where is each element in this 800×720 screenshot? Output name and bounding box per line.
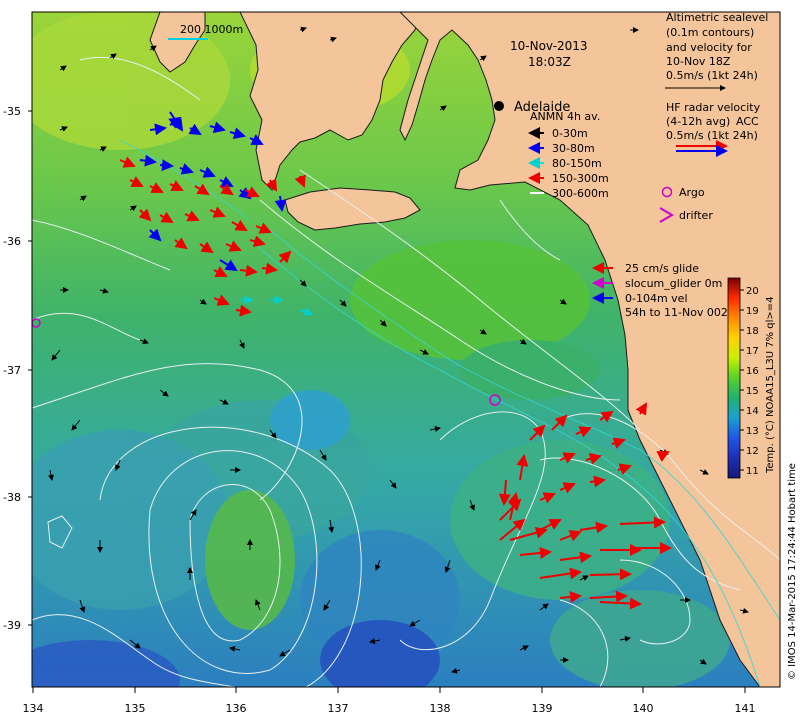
colorbar-tick-label: 19: [746, 306, 759, 317]
colorbar-tick-label: 13: [746, 426, 759, 437]
colorbar-tick-label: 20: [746, 286, 759, 297]
colorbar-tick-label: 16: [746, 366, 759, 377]
anmn-legend-label: 80-150m: [552, 157, 602, 170]
colorbar-tick-label: 18: [746, 326, 759, 337]
altimetry-legend-line-1: Altimetric sealevel: [666, 11, 768, 24]
drifter-legend-label: drifter: [679, 209, 713, 222]
longitude-label: 135: [125, 702, 146, 715]
glider-legend-line-4: 54h to 11-Nov 002: [625, 306, 728, 319]
altimetry-legend-line-2: (0.1m contours): [666, 26, 754, 39]
altimetry-legend-line-4: 10-Nov 18Z: [666, 55, 731, 68]
map-time: 18:03Z: [528, 55, 571, 69]
hf-radar-legend-tag: ACC: [736, 115, 759, 128]
longitude-labels: 134 135 136 137 138 139 140 141: [23, 702, 756, 715]
glider-legend-line-3: 0-104m vel: [625, 292, 688, 305]
hf-radar-legend-line-1: HF radar velocity: [666, 101, 761, 114]
latitude-label: -39: [3, 619, 21, 632]
anmn-legend-label: 30-80m: [552, 142, 595, 155]
argo-legend-label: Argo: [679, 186, 705, 199]
colorbar: [727, 277, 741, 479]
glider-legend-line-1: 25 cm/s glide: [625, 262, 699, 275]
colorbar-tick-label: 11: [746, 466, 759, 477]
anmn-legend-title: ANMN 4h av.: [530, 110, 600, 123]
colorbar-tick-label: 12: [746, 446, 759, 457]
map-date: 10-Nov-2013: [510, 39, 588, 53]
latitude-label: -36: [3, 235, 21, 248]
longitude-label: 138: [430, 702, 451, 715]
latitude-label: -37: [3, 364, 21, 377]
map-canvas: 200 1000m 10-Nov-2013 18:03Z Adelaide Al…: [3, 11, 798, 715]
hf-radar-legend-line-3: 0.5m/s (1kt 24h): [666, 129, 758, 142]
altimetry-legend-line-3: and velocity for: [666, 41, 752, 54]
credit-text: © IMOS 14-Mar-2015 17:24:44 Hobart time: [787, 463, 798, 680]
glider-legend-line-2: slocum_glider 0m: [625, 277, 722, 290]
longitude-label: 137: [328, 702, 349, 715]
latitude-labels: -35 -36 -37 -38 -39: [3, 105, 21, 632]
colorbar-label: Temp. (°C) NOAA15_L3U 7% ql>=4: [765, 296, 776, 474]
map-panel: [32, 12, 780, 687]
longitude-label: 136: [226, 702, 247, 715]
anmn-legend-label: 300-600m: [552, 187, 609, 200]
colorbar-tick-label: 17: [746, 346, 759, 357]
longitude-label: 139: [532, 702, 553, 715]
longitude-label: 140: [633, 702, 654, 715]
adelaide-marker: [494, 101, 504, 111]
longitude-label: 134: [23, 702, 44, 715]
latitude-label: -38: [3, 491, 21, 504]
anmn-legend-label: 0-30m: [552, 127, 588, 140]
hf-radar-legend-line-2: (4-12h avg): [666, 115, 730, 128]
latitude-label: -35: [3, 105, 21, 118]
longitude-label: 141: [735, 702, 756, 715]
scale-bar-label: 200 1000m: [180, 23, 243, 36]
anmn-legend-label: 150-300m: [552, 172, 609, 185]
colorbar-tick-label: 14: [746, 406, 759, 417]
colorbar-tick-label: 15: [746, 386, 759, 397]
altimetry-legend-line-5: 0.5m/s (1kt 24h): [666, 69, 758, 82]
